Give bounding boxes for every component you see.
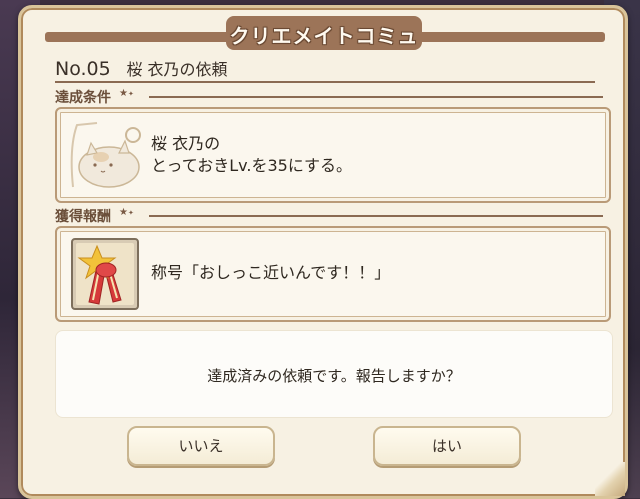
- yes-button[interactable]: はい: [373, 426, 521, 466]
- condition-divider: [149, 96, 603, 98]
- scroll-curl-decoration: [595, 462, 625, 496]
- star-ornament-icon: ★✦: [119, 207, 134, 218]
- reward-card: 称号「おしっこ近いんです！！」: [55, 226, 611, 322]
- request-heading: No.05 桜 衣乃の依頼: [55, 56, 228, 80]
- star-ornament-icon: ★✦: [119, 88, 134, 99]
- reward-label: 獲得報酬: [55, 209, 111, 225]
- condition-label: 達成条件: [55, 90, 111, 106]
- request-number: No.05: [55, 58, 111, 80]
- no-button[interactable]: いいえ: [127, 426, 275, 466]
- request-name: 桜 衣乃の依頼: [126, 60, 228, 79]
- condition-line-1: 桜 衣乃の: [151, 134, 221, 153]
- reward-text: 称号「おしっこ近いんです！！」: [151, 263, 391, 282]
- confirm-message: 達成済みの依頼です。報告しますか？: [207, 367, 461, 385]
- request-dialog: クリエメイトコミュ No.05 桜 衣乃の依頼 達成条件 ★✦ 桜 衣乃の とっ…: [18, 5, 628, 499]
- ribbon-badge-icon: [71, 238, 139, 310]
- confirm-message-box: 達成済みの依頼です。報告しますか？: [55, 330, 613, 418]
- dialog-title: クリエメイトコミュ: [229, 24, 419, 48]
- condition-line-2: とっておきLv.を35にする。: [151, 156, 352, 175]
- cat-mascot-icon: [67, 117, 143, 191]
- reward-divider: [149, 215, 603, 217]
- condition-card: 桜 衣乃の とっておきLv.を35にする。: [55, 107, 611, 203]
- heading-underline: [55, 81, 595, 83]
